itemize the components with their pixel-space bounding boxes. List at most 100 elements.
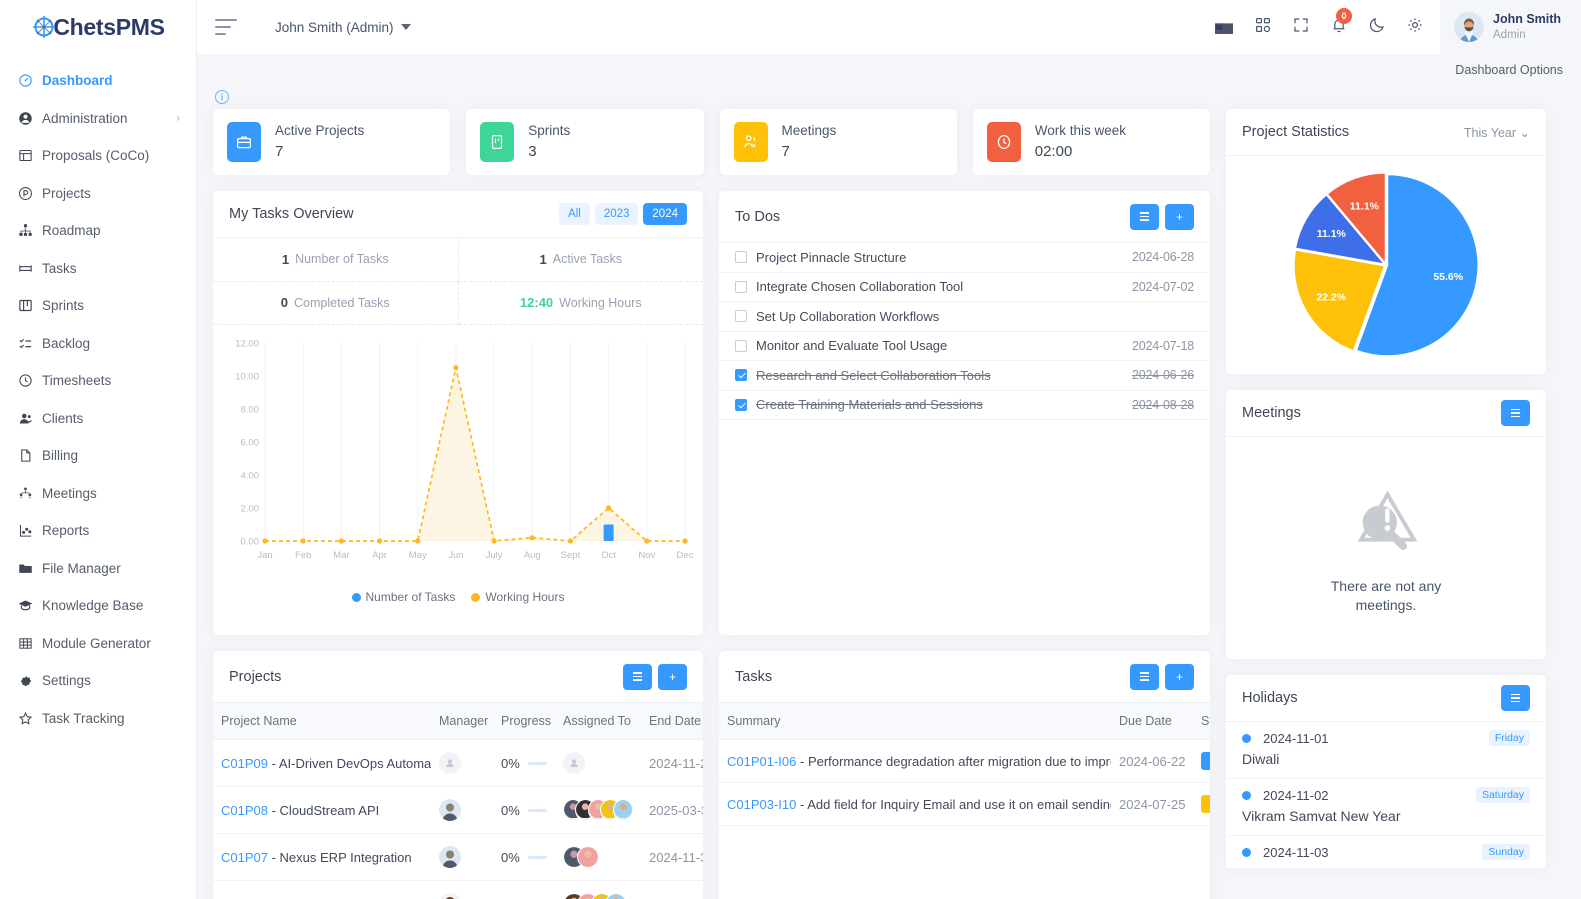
table-row[interactable]: C01P06 - E-commerce Gateway 0% — [213, 880, 703, 899]
task-code-link[interactable]: C01P01-I06 — [727, 754, 796, 769]
notifications-button[interactable]: 0 — [1320, 0, 1358, 54]
column-project-name[interactable]: Project Name — [213, 703, 431, 740]
todo-checkbox[interactable] — [735, 369, 747, 382]
sidebar-item-settings[interactable]: Settings — [0, 662, 196, 700]
filter-2024-button[interactable]: 2024 — [643, 203, 687, 225]
todo-checkbox[interactable] — [735, 339, 747, 352]
todo-checkbox[interactable] — [735, 251, 747, 264]
column-summary[interactable]: Summary — [719, 703, 1111, 740]
projects-menu-button[interactable] — [623, 663, 652, 690]
list-item[interactable]: 2024-11-02 Saturday Vikram Samvat New Ye… — [1226, 779, 1546, 836]
progress-value: 0% — [501, 802, 520, 818]
logo-mark-icon — [31, 14, 57, 40]
list-item[interactable]: Project Pinnacle Structure 2024-06-28 — [719, 243, 1210, 273]
column-status[interactable]: St — [1193, 703, 1210, 740]
column-manager[interactable]: Manager — [431, 703, 493, 740]
legend-item-working-hours[interactable]: Working Hours — [471, 590, 564, 604]
sidebar-item-module-generator[interactable]: Module Generator — [0, 625, 196, 663]
no-results-icon — [1347, 482, 1425, 565]
table-row[interactable]: C01P09 - AI-Driven DevOps Automation 0% … — [213, 739, 703, 787]
list-item[interactable]: Research and Select Collaboration Tools … — [719, 361, 1210, 391]
project-code-link[interactable]: C01P09 — [221, 756, 268, 771]
sidebar-item-clients[interactable]: Clients — [0, 400, 196, 438]
meetings-menu-button[interactable] — [1501, 400, 1530, 426]
apps-grid-button[interactable] — [1244, 0, 1282, 54]
holiday-weekday-badge: Sunday — [1482, 844, 1530, 860]
projects-add-button[interactable]: + — [658, 663, 687, 690]
sidebar-item-billing[interactable]: Billing — [0, 437, 196, 475]
avatar-group[interactable] — [563, 893, 633, 899]
sidebar-item-roadmap[interactable]: Roadmap — [0, 212, 196, 250]
column-due-date[interactable]: Due Date — [1111, 703, 1193, 740]
info-icon[interactable]: i — [215, 90, 229, 104]
column-end-date[interactable]: End Date — [641, 703, 703, 740]
sidebar-item-tasks[interactable]: Tasks — [0, 250, 196, 288]
table-row[interactable]: C01P07 - Nexus ERP Integration 0% 2024-1… — [213, 833, 703, 881]
todo-checkbox[interactable] — [735, 310, 747, 323]
sidebar-item-file-manager[interactable]: File Manager — [0, 550, 196, 588]
avatar-group[interactable] — [563, 799, 634, 821]
sidebar-item-knowledge-base[interactable]: Knowledge Base — [0, 587, 196, 625]
list-item[interactable]: Integrate Chosen Collaboration Tool 2024… — [719, 273, 1210, 302]
filter-2023-button[interactable]: 2023 — [594, 203, 639, 225]
progress-bar — [527, 761, 547, 765]
column-assigned-to[interactable]: Assigned To — [555, 703, 641, 740]
language-selector-button[interactable] — [1206, 0, 1244, 54]
period-dropdown[interactable]: This Year ⌄ — [1464, 125, 1530, 140]
fullscreen-icon — [1292, 16, 1310, 39]
table-row[interactable]: C01P08 - CloudStream API 0% 2025-03- — [213, 786, 703, 834]
holidays-menu-button[interactable] — [1501, 685, 1530, 711]
sidebar-item-dashboard[interactable]: Dashboard — [0, 62, 196, 100]
list-item[interactable]: Monitor and Evaluate Tool Usage 2024-07-… — [719, 332, 1210, 361]
metric-value: 12:40 — [519, 295, 554, 311]
todos-menu-button[interactable] — [1130, 203, 1159, 230]
list-item[interactable]: Create Training Materials and Sessions 2… — [719, 391, 1210, 420]
sidebar-item-administration[interactable]: Administration › — [0, 100, 196, 138]
user-switch-dropdown[interactable]: John Smith (Admin) — [275, 20, 411, 35]
table-row[interactable]: C01P01-I06 - Performance degradation aft… — [719, 739, 1210, 783]
sidebar-item-meetings[interactable]: Meetings — [0, 475, 196, 513]
settings-button[interactable] — [1396, 0, 1434, 54]
stat-card-work-this-week[interactable]: Work this week 02:00 — [972, 109, 1210, 175]
metric-label: Active Tasks — [552, 252, 622, 267]
project-code-link[interactable]: C01P08 — [221, 803, 268, 818]
project-code-link[interactable]: C01P07 — [221, 850, 268, 865]
sidebar-item-task-tracking[interactable]: Task Tracking — [0, 700, 196, 738]
sidebar-item-label: Proposals (CoCo) — [42, 148, 150, 164]
list-item[interactable]: 2024-11-01 Friday Diwali — [1226, 722, 1546, 779]
stat-card-active-projects[interactable]: Active Projects 7 — [213, 109, 451, 175]
tasks-line-chart[interactable]: 0.00 2.00 4.00 6.00 8.00 10.00 12.00 Jan Feb Mar A… — [213, 325, 703, 615]
todo-checkbox[interactable] — [735, 398, 747, 411]
pie-chart[interactable]: 55.6% 22.2% 11.1% 11.1% — [1226, 156, 1546, 374]
sidebar-item-sprints[interactable]: Sprints — [0, 287, 196, 325]
sidebar-toggle-button[interactable] — [215, 19, 237, 35]
filter-all-button[interactable]: All — [559, 203, 590, 225]
task-code-link[interactable]: C01P03-I10 — [727, 797, 796, 812]
topbar-actions: 0 John Smith Admin — [1206, 0, 1581, 54]
status-badge — [1201, 752, 1210, 770]
avatar-group[interactable] — [563, 846, 633, 868]
stat-card-meetings[interactable]: Meetings 7 — [719, 109, 957, 175]
tasks-add-button[interactable]: + — [1165, 663, 1194, 690]
sidebar-item-timesheets[interactable]: Timesheets — [0, 362, 196, 400]
sidebar-item-projects[interactable]: Projects — [0, 175, 196, 213]
legend-item-number-of-tasks[interactable]: Number of Tasks — [351, 590, 455, 604]
table-row[interactable]: C01P03-I10 - Add field for Inquiry Email… — [719, 782, 1210, 826]
list-item[interactable]: Set Up Collaboration Workflows — [719, 302, 1210, 332]
dashboard-options-label[interactable]: Dashboard Options — [1455, 63, 1563, 77]
column-progress[interactable]: Progress — [493, 703, 555, 740]
todo-checkbox[interactable] — [735, 280, 747, 293]
sidebar-item-reports[interactable]: Reports — [0, 512, 196, 550]
sidebar-item-backlog[interactable]: Backlog — [0, 325, 196, 363]
sidebar-item-proposals[interactable]: Proposals (CoCo) — [0, 137, 196, 175]
todos-add-button[interactable]: + — [1165, 203, 1194, 230]
stat-card-sprints[interactable]: Sprints 3 — [466, 109, 704, 175]
todos-card: To Dos + Project Pinnacle Structure 2024… — [719, 191, 1210, 635]
theme-toggle-button[interactable] — [1358, 0, 1396, 54]
backlog-icon — [18, 336, 42, 351]
list-item[interactable]: 2024-11-03 Sunday — [1226, 836, 1546, 869]
profile-menu[interactable]: John Smith Admin — [1440, 0, 1581, 54]
tasks-menu-button[interactable] — [1130, 663, 1159, 690]
logo[interactable]: ChetsPMS — [0, 0, 196, 54]
fullscreen-button[interactable] — [1282, 0, 1320, 54]
